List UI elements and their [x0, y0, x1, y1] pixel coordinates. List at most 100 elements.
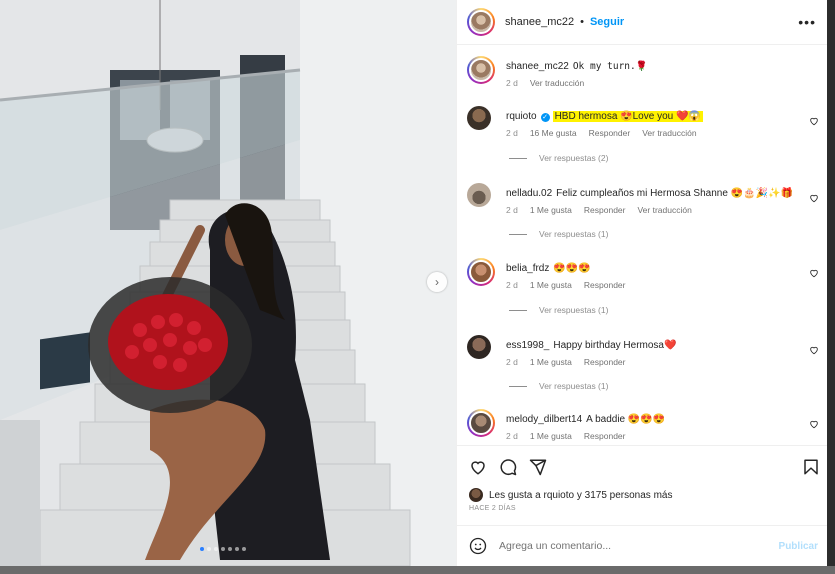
- post-modal: › shanee_mc22 • Seguir ••• shanee_mc22 Ok: [0, 0, 835, 574]
- caption-body: Ok my turn.🌹: [572, 61, 648, 72]
- like-heart-icon[interactable]: [809, 193, 819, 203]
- comment-username[interactable]: belia_frdz: [506, 263, 549, 274]
- commenter-avatar[interactable]: [467, 258, 495, 286]
- carousel-dot[interactable]: [221, 547, 225, 551]
- post-header: shanee_mc22 • Seguir •••: [457, 0, 828, 45]
- view-replies-button[interactable]: Ver respuestas (2): [509, 153, 608, 163]
- comment-likes[interactable]: 16 Me gusta: [530, 128, 577, 138]
- comment-text: melody_dilbert14 A baddie 😍😍😍: [506, 414, 665, 425]
- like-heart-icon[interactable]: [809, 345, 819, 355]
- commenter-avatar[interactable]: [467, 106, 491, 130]
- caption-time: 2 d: [506, 78, 518, 88]
- comment-body: HBD hermosa 😍Love you ❤️😱: [552, 111, 703, 122]
- reply-button[interactable]: Responder: [584, 357, 626, 367]
- post-sidebar: shanee_mc22 • Seguir ••• shanee_mc22 Ok m…: [456, 0, 828, 566]
- post-photo[interactable]: ›: [0, 0, 456, 566]
- reply-button[interactable]: Responder: [584, 431, 626, 441]
- like-heart-icon[interactable]: [809, 419, 819, 429]
- likes-suffix[interactable]: y 3175 personas más: [577, 490, 673, 501]
- replies-line: [509, 309, 527, 311]
- comment-likes[interactable]: 1 Me gusta: [530, 357, 572, 367]
- likes-prefix: Les gusta a: [489, 489, 541, 501]
- comment-time: 2 d: [506, 431, 518, 441]
- post-actions: [457, 445, 828, 485]
- commenter-avatar[interactable]: [467, 183, 491, 207]
- comment-username[interactable]: rquioto: [506, 111, 537, 122]
- comment-time: 2 d: [506, 205, 518, 215]
- carousel-dot[interactable]: [200, 547, 204, 551]
- carousel-dot[interactable]: [214, 547, 218, 551]
- commenter-avatar[interactable]: [467, 409, 495, 437]
- author-avatar[interactable]: [467, 56, 495, 84]
- replies-line: [509, 157, 527, 159]
- comment-likes[interactable]: 1 Me gusta: [530, 205, 572, 215]
- comment-body: Happy birthday Hermosa❤️: [553, 340, 677, 351]
- photo-illustration: [0, 0, 456, 566]
- comment-body: 😍😍😍: [553, 263, 591, 274]
- save-bookmark-icon[interactable]: [802, 458, 820, 476]
- likes-user[interactable]: rquioto: [544, 490, 575, 501]
- view-replies-label: Ver respuestas (2): [539, 153, 609, 163]
- more-options-icon[interactable]: •••: [798, 14, 816, 30]
- comment-meta: 2 d 1 Me gusta Responder: [506, 357, 625, 367]
- carousel-dot[interactable]: [228, 547, 232, 551]
- comment-time: 2 d: [506, 128, 518, 138]
- likes-summary[interactable]: Les gusta a rquioto y 3175 personas más: [469, 488, 672, 502]
- comment-meta: 2 d 1 Me gusta Responder: [506, 431, 625, 441]
- comment-body: Feliz cumpleaños mi Hermosa Shanne 😍🎂🎉✨🎁: [556, 188, 793, 199]
- next-photo-button[interactable]: ›: [427, 272, 447, 292]
- comment-input[interactable]: [499, 540, 749, 552]
- like-heart-icon[interactable]: [809, 268, 819, 278]
- comment-likes[interactable]: 1 Me gusta: [530, 431, 572, 441]
- post-timestamp: HACE 2 DÍAS: [469, 505, 516, 512]
- caption-meta: 2 d Ver traducción: [506, 78, 584, 88]
- reply-button[interactable]: Responder: [589, 128, 631, 138]
- liker-avatar: [469, 488, 483, 502]
- comment-likes[interactable]: 1 Me gusta: [530, 280, 572, 290]
- carousel-dots: [200, 547, 246, 551]
- comment-text: nelladu.02 Feliz cumpleaños mi Hermosa Sh…: [506, 188, 793, 199]
- background-edge-bottom: [0, 566, 835, 574]
- verified-badge-icon: ✓: [540, 113, 550, 122]
- comment-time: 2 d: [506, 280, 518, 290]
- carousel-dot[interactable]: [235, 547, 239, 551]
- like-icon[interactable]: [469, 458, 487, 476]
- commenter-avatar[interactable]: [467, 335, 491, 359]
- translate-link[interactable]: Ver traducción: [530, 78, 584, 88]
- view-replies-label: Ver respuestas (1): [539, 305, 609, 315]
- caption-text: shanee_mc22 Ok my turn.🌹: [506, 61, 648, 72]
- comment-username[interactable]: nelladu.02: [506, 188, 552, 199]
- emoji-icon[interactable]: [469, 537, 487, 555]
- replies-line: [509, 385, 527, 387]
- background-edge: [827, 0, 835, 566]
- comment-text: ess1998_ Happy birthday Hermosa❤️: [506, 340, 676, 351]
- comment-text: rquioto ✓ HBD hermosa 😍Love you ❤️😱: [506, 111, 703, 122]
- comment-username[interactable]: ess1998_: [506, 340, 549, 351]
- comment-username[interactable]: melody_dilbert14: [506, 414, 582, 425]
- author-username[interactable]: shanee_mc22: [505, 16, 574, 28]
- view-replies-button[interactable]: Ver respuestas (1): [509, 381, 608, 391]
- comment-icon[interactable]: [499, 458, 517, 476]
- publish-button[interactable]: Publicar: [779, 541, 818, 552]
- reply-button[interactable]: Responder: [584, 280, 626, 290]
- comments-list[interactable]: shanee_mc22 Ok my turn.🌹 2 d Ver traducci…: [457, 46, 828, 444]
- view-replies-label: Ver respuestas (1): [539, 381, 609, 391]
- comment-meta: 2 d 1 Me gusta Responder Ver traducción: [506, 205, 692, 215]
- caption-username[interactable]: shanee_mc22: [506, 61, 569, 72]
- comment-meta: 2 d 16 Me gusta Responder Ver traducción: [506, 128, 697, 138]
- author-avatar[interactable]: [467, 8, 495, 36]
- header-separator: •: [580, 16, 584, 28]
- view-replies-label: Ver respuestas (1): [539, 229, 609, 239]
- like-heart-icon[interactable]: [809, 116, 819, 126]
- share-icon[interactable]: [529, 458, 547, 476]
- view-replies-button[interactable]: Ver respuestas (1): [509, 305, 608, 315]
- carousel-dot[interactable]: [207, 547, 211, 551]
- translate-link[interactable]: Ver traducción: [642, 128, 696, 138]
- comment-meta: 2 d 1 Me gusta Responder: [506, 280, 625, 290]
- follow-button[interactable]: Seguir: [590, 16, 624, 28]
- replies-line: [509, 233, 527, 235]
- translate-link[interactable]: Ver traducción: [637, 205, 691, 215]
- carousel-dot[interactable]: [242, 547, 246, 551]
- view-replies-button[interactable]: Ver respuestas (1): [509, 229, 608, 239]
- reply-button[interactable]: Responder: [584, 205, 626, 215]
